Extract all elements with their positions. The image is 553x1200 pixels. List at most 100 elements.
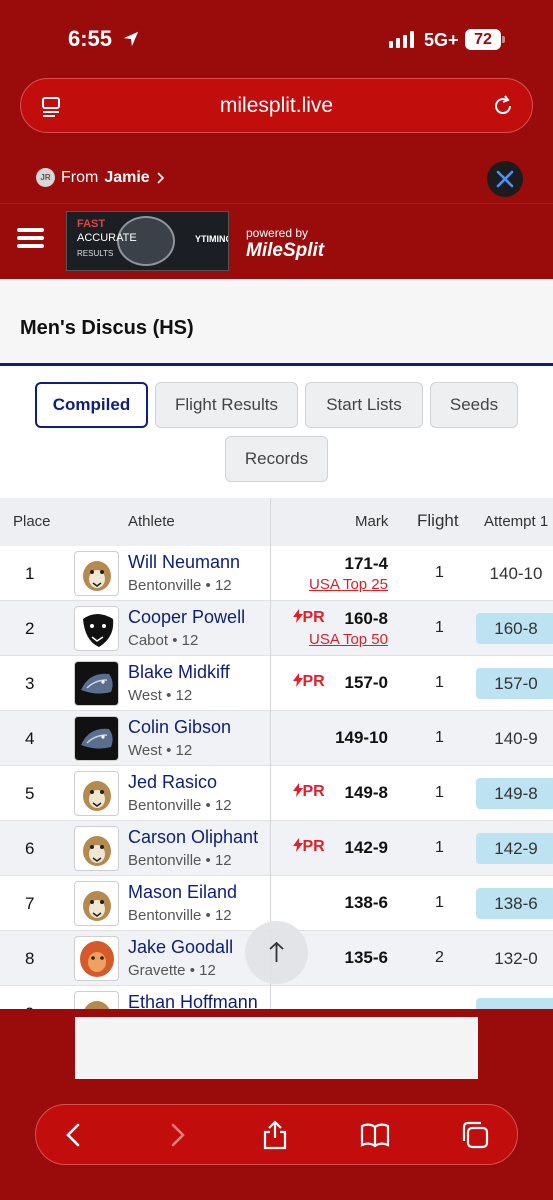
pr-text: PR xyxy=(302,838,325,855)
athlete-name-link[interactable]: Ethan Hoffmann xyxy=(128,992,258,1009)
row-flight: 2 xyxy=(435,949,444,966)
from-name: Jamie xyxy=(104,168,150,186)
athlete-team: Gravette • 12 xyxy=(128,962,216,979)
table-row[interactable]: 2 Cooper Powell Cabot • 12 160-8 PR USA Top 5… xyxy=(0,601,553,656)
row-mark: 160-8 xyxy=(344,609,388,628)
athlete-team: West • 12 xyxy=(128,687,193,704)
table-row[interactable]: 3 Blake Midkiff West • 12 157-0 PR 1 157-0 xyxy=(0,656,553,711)
cougar-logo-icon xyxy=(74,551,119,596)
cougar-logo-icon xyxy=(74,826,119,871)
athlete-name-link[interactable]: Blake Midkiff xyxy=(128,662,230,683)
share-icon[interactable] xyxy=(259,1119,291,1151)
row-flight: 1 xyxy=(435,619,444,636)
row-attempt: 132-0 xyxy=(494,949,538,968)
row-flight: 1 xyxy=(435,674,444,691)
lion-logo-icon xyxy=(74,936,119,981)
table-row[interactable]: 1 Will Neumann Bentonville • 12 171-4 USA To… xyxy=(0,546,553,601)
athlete-team: West • 12 xyxy=(128,742,193,759)
usa-rank-link[interactable]: USA Top 50 xyxy=(309,631,388,648)
row-attempt: 142-9 xyxy=(476,833,553,864)
col-place[interactable]: Place xyxy=(13,513,51,530)
tab-seeds[interactable]: Seeds xyxy=(430,382,518,428)
row-flight: 1 xyxy=(435,564,444,581)
lightning-icon xyxy=(292,838,303,852)
athlete-name-link[interactable]: Jake Goodall xyxy=(128,937,233,958)
athlete-team: Bentonville • 12 xyxy=(128,797,232,814)
arrow-up-icon xyxy=(269,941,284,962)
close-icon xyxy=(496,170,514,188)
athlete-name-link[interactable]: Will Neumann xyxy=(128,552,240,573)
row-mark: 135-6 xyxy=(344,948,388,967)
row-attempt xyxy=(476,998,553,1009)
row-mark: 157-0 xyxy=(344,673,388,692)
cougar-logo-icon xyxy=(74,991,119,1009)
sponsor-banner[interactable]: FAST ACCURATE RESULTS YTIMING xyxy=(66,211,229,271)
panther-logo-icon xyxy=(74,606,119,651)
status-bar: 6:55 5G+ 72 xyxy=(0,0,553,78)
row-place: 8 xyxy=(25,949,35,968)
tab-flight-results[interactable]: Flight Results xyxy=(155,382,298,428)
milesplit-logo[interactable]: MileSplit xyxy=(246,240,324,262)
row-place: 1 xyxy=(25,564,35,583)
pr-text: PR xyxy=(302,673,325,690)
ad-placeholder[interactable] xyxy=(75,1017,478,1079)
shared-from[interactable]: JR From Jamie xyxy=(36,168,166,187)
close-button[interactable] xyxy=(487,161,523,197)
col-attempt[interactable]: Attempt 1 xyxy=(484,513,548,530)
pr-badge: PR xyxy=(292,838,325,856)
col-flight[interactable]: Flight xyxy=(417,511,459,531)
result-tabs: Compiled Flight Results Start Lists Seed… xyxy=(0,366,553,498)
table-row[interactable]: 6 Carson Oliphant Bentonville • 12 142-9 PR 1… xyxy=(0,821,553,876)
banner-text-1: FAST xyxy=(77,218,106,230)
pr-badge: PR xyxy=(292,609,325,627)
forward-icon[interactable] xyxy=(161,1119,193,1151)
tabs-icon[interactable] xyxy=(459,1119,491,1151)
table-row[interactable]: 9 Ethan Hoffmann xyxy=(0,986,553,1009)
address-bar[interactable]: milesplit.live xyxy=(20,78,533,133)
athlete-name-link[interactable]: Jed Rasico xyxy=(128,772,217,793)
url-text[interactable]: milesplit.live xyxy=(21,94,532,118)
row-mark: 149-8 xyxy=(344,783,388,802)
row-mark: 171-4 xyxy=(344,554,388,573)
banner-text-3: RESULTS xyxy=(77,249,114,258)
bookmarks-icon[interactable] xyxy=(359,1119,391,1151)
row-flight: 1 xyxy=(435,839,444,856)
lightning-icon xyxy=(292,783,303,797)
athlete-name-link[interactable]: Cooper Powell xyxy=(128,607,245,628)
row-attempt: 138-6 xyxy=(476,888,553,919)
row-attempt: 149-8 xyxy=(476,778,553,809)
row-mark: 142-9 xyxy=(344,838,388,857)
cougar-logo-icon xyxy=(74,771,119,816)
pr-badge: PR xyxy=(292,783,325,801)
reload-icon[interactable] xyxy=(491,94,515,118)
row-flight: 1 xyxy=(435,894,444,911)
hamburger-menu-icon[interactable] xyxy=(17,228,44,248)
scroll-top-button[interactable] xyxy=(245,921,308,984)
usa-rank-link[interactable]: USA Top 25 xyxy=(309,576,388,593)
row-attempt: 140-10 xyxy=(489,564,543,583)
athlete-name-link[interactable]: Mason Eiland xyxy=(128,882,237,903)
tab-start-lists[interactable]: Start Lists xyxy=(305,382,423,428)
row-place: 3 xyxy=(25,674,35,693)
row-place: 2 xyxy=(25,619,35,638)
table-row[interactable]: 5 Jed Rasico Bentonville • 12 149-8 PR 1 149-8 xyxy=(0,766,553,821)
athlete-name-link[interactable]: Carson Oliphant xyxy=(128,827,258,848)
row-place: 5 xyxy=(25,784,35,803)
signal-icon xyxy=(389,31,414,48)
back-icon[interactable] xyxy=(58,1119,90,1151)
col-athlete[interactable]: Athlete xyxy=(128,513,175,530)
athlete-team: Bentonville • 12 xyxy=(128,852,232,869)
tab-records[interactable]: Records xyxy=(225,436,328,482)
athlete-name-link[interactable]: Colin Gibson xyxy=(128,717,231,738)
site-header: FAST ACCURATE RESULTS YTIMING powered by… xyxy=(0,203,553,279)
col-mark[interactable]: Mark xyxy=(355,513,388,530)
location-arrow-icon xyxy=(123,31,139,47)
wolf-logo-icon xyxy=(74,661,119,706)
athlete-team: Cabot • 12 xyxy=(128,632,199,649)
cougar-logo-icon xyxy=(74,881,119,926)
row-attempt: 160-8 xyxy=(476,613,553,644)
tab-compiled[interactable]: Compiled xyxy=(35,382,148,428)
table-row[interactable]: 4 Colin Gibson West • 12 149-10 1 140-9 xyxy=(0,711,553,766)
pr-text: PR xyxy=(302,609,325,626)
results-content: Men's Discus (HS) Compiled Flight Result… xyxy=(0,279,553,1009)
